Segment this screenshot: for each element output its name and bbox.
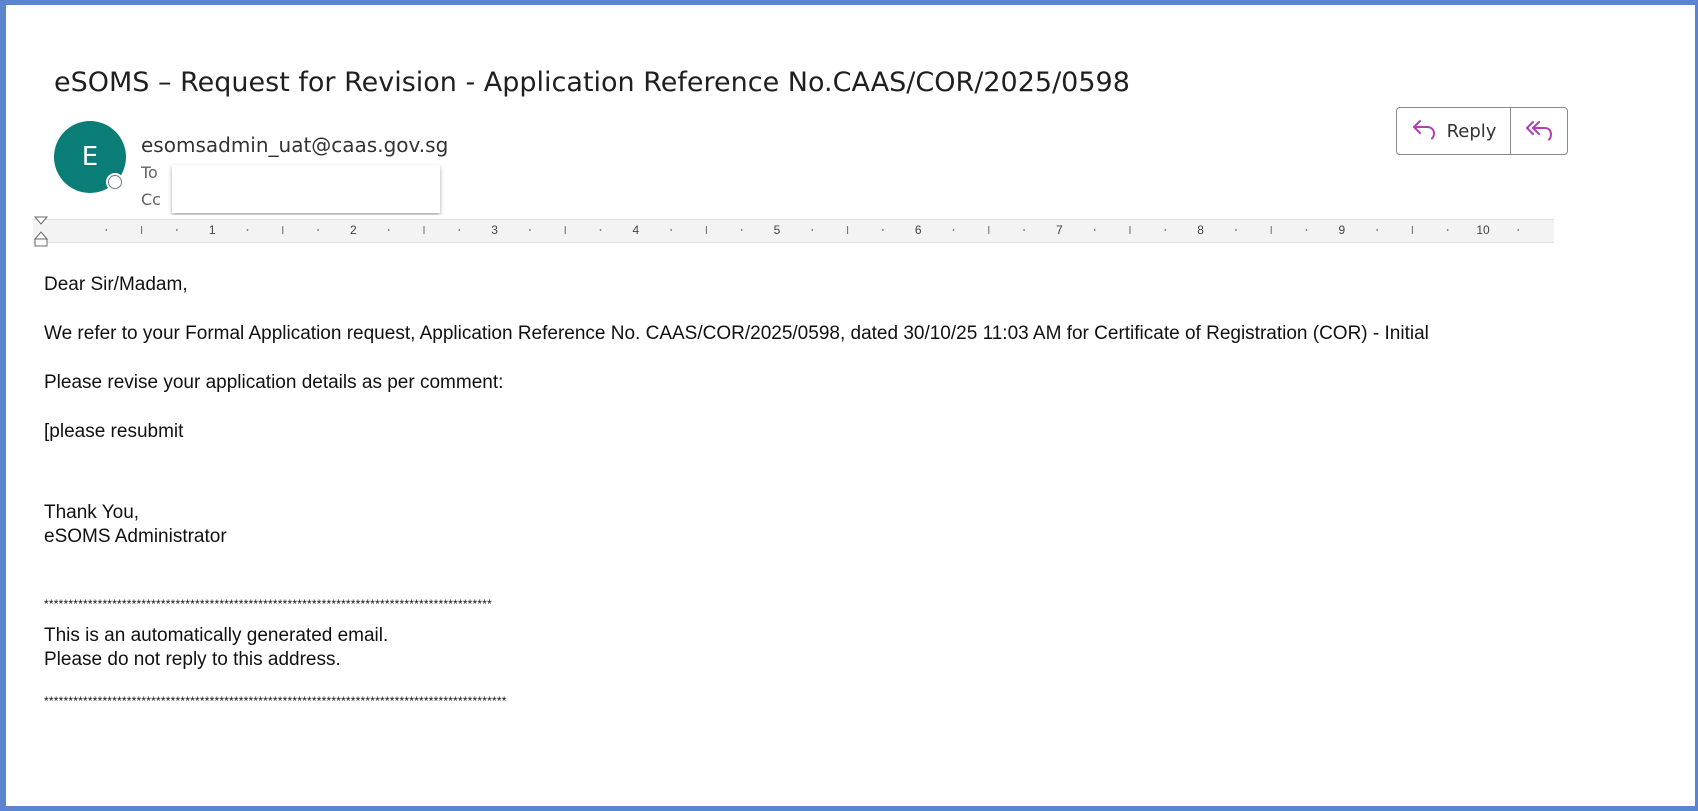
ruler-dot (740, 229, 743, 231)
ruler-dot (458, 229, 461, 231)
document-ruler[interactable]: 1 2 3 4 5 6 7 8 9 10 (33, 215, 1554, 249)
ruler-number: 4 (632, 223, 639, 237)
reply-arrow-icon (1411, 118, 1437, 145)
do-not-reply-notice: Please do not reply to this address. (44, 649, 341, 670)
ruler-dot (811, 229, 814, 231)
reply-label: Reply (1446, 120, 1497, 142)
auto-generated-notice: This is an automatically generated email… (44, 625, 389, 646)
greeting-text: Dear Sir/Madam, (44, 274, 188, 295)
ruler-dot (1446, 229, 1449, 231)
ruler-number: 6 (915, 223, 922, 237)
email-subject: eSOMS – Request for Revision - Applicati… (54, 67, 1130, 98)
ruler-dot (1376, 229, 1378, 231)
ruler-dot (1023, 229, 1025, 231)
separator-line-bottom: ****************************************… (44, 694, 507, 708)
separator-line-top: ****************************************… (44, 597, 493, 611)
ruler-dot (1305, 229, 1308, 231)
ruler-dot (599, 229, 602, 231)
ruler-dot (176, 229, 178, 231)
ruler-ticks: 1 2 3 4 5 6 7 8 9 10 (33, 216, 1520, 247)
ruler-number: 7 (1056, 223, 1063, 237)
sender-address[interactable]: esomsadmin_uat@caas.gov.sg (141, 133, 448, 157)
ruler-dot (1235, 229, 1237, 231)
ruler-number: 10 (1476, 223, 1490, 237)
cc-label: Cc (141, 190, 161, 209)
reply-button-group: Reply (1396, 107, 1568, 155)
ruler-dot (882, 229, 884, 231)
email-window: eSOMS – Request for Revision - Applicati… (0, 0, 1698, 811)
closing-text: Thank You, (44, 502, 140, 523)
recipients-redaction-box (172, 165, 440, 213)
ruler-indent-marker-icon (33, 216, 49, 247)
reply-button[interactable]: Reply (1397, 108, 1511, 154)
ruler-dot (529, 229, 531, 231)
ruler-number: 9 (1338, 223, 1345, 237)
reply-all-arrow-icon (1525, 119, 1555, 146)
ruler-dot (670, 229, 672, 231)
revision-request-text: Please revise your application details a… (44, 372, 504, 393)
ruler-number: 5 (774, 223, 781, 237)
ruler-number: 8 (1197, 223, 1204, 237)
reference-paragraph: We refer to your Formal Application requ… (44, 323, 1429, 344)
signature-text: eSOMS Administrator (44, 526, 227, 547)
ruler-dot (952, 229, 955, 231)
ruler-number: 3 (491, 223, 498, 237)
ruler-dot (387, 229, 390, 231)
to-label: To (141, 163, 158, 182)
ruler-dot (1517, 229, 1520, 231)
ruler-number: 2 (350, 223, 357, 237)
ruler-dot (1093, 229, 1096, 231)
avatar-initial: E (81, 142, 99, 172)
ruler-number: 1 (209, 223, 216, 237)
ruler-dot (1164, 229, 1167, 231)
ruler-dot (105, 229, 108, 231)
ruler-dot (317, 229, 319, 231)
ruler-dot (246, 229, 249, 231)
reply-all-button[interactable] (1511, 108, 1567, 154)
presence-status-icon (106, 173, 124, 191)
reviewer-comment: [please resubmit (44, 421, 184, 442)
